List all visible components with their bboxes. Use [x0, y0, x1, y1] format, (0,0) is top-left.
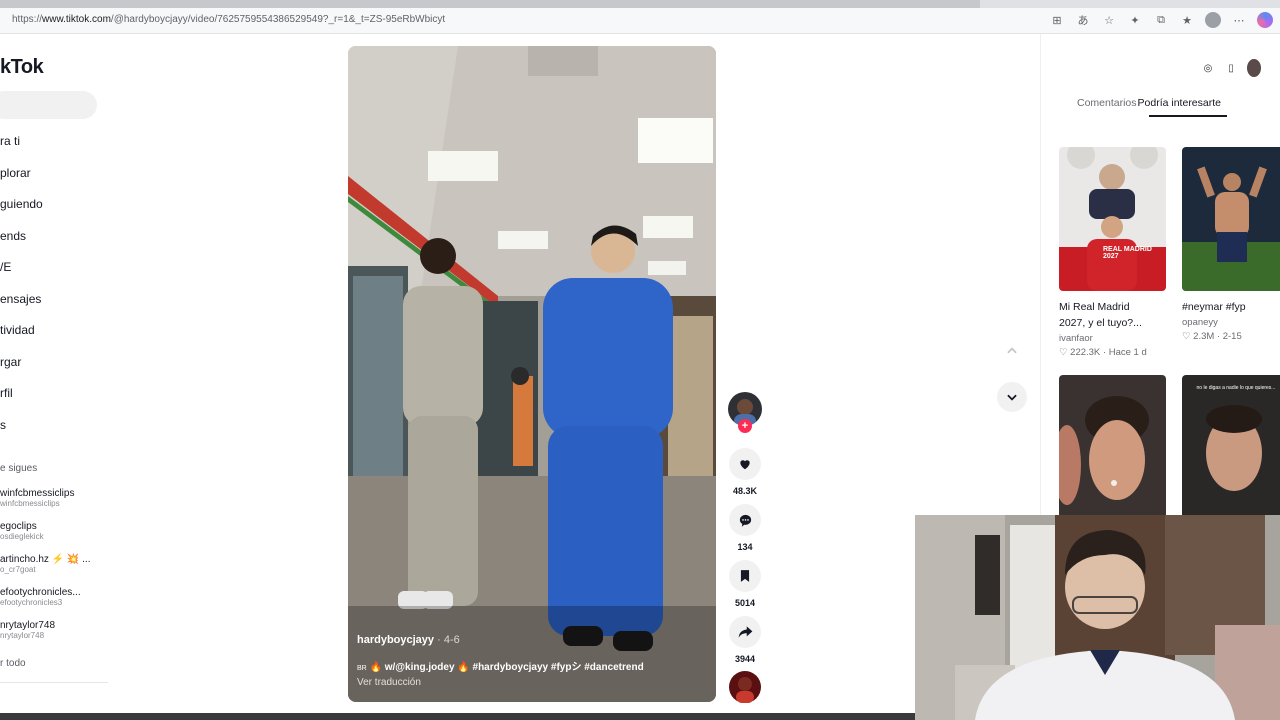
following-account[interactable]: efootychronicles... efootychronicles3	[0, 587, 110, 607]
address-bar[interactable]: https://www.tiktok.com/@hardyboycjayy/vi…	[0, 8, 1280, 34]
taskbar-strip	[0, 713, 915, 720]
mobile-icon[interactable]: ▯	[1224, 61, 1238, 75]
webcam-feed	[915, 515, 1280, 720]
nav-item-actividad[interactable]: tividad	[0, 323, 43, 355]
account-handle: efootychronicles3	[0, 598, 63, 607]
nav-item-explorar[interactable]: plorar	[0, 166, 43, 198]
copilot-icon[interactable]	[1256, 11, 1274, 29]
like-button[interactable]	[729, 448, 761, 480]
account-name: nrytaylor748	[0, 620, 56, 631]
following-account[interactable]: egoclips osdieglekick	[0, 521, 110, 541]
account-name: winfcbmessiclips	[0, 488, 75, 499]
following-account[interactable]: nrytaylor748 nrytaylor748	[0, 620, 110, 640]
card-title: Mi Real Madrid 2027, y el tuyo?...	[1059, 301, 1142, 329]
active-tab-indicator	[1149, 115, 1227, 117]
tab-comentarios[interactable]: Comentarios	[1077, 97, 1137, 109]
save-button[interactable]	[729, 560, 761, 592]
favorites-icon[interactable]: ★	[1178, 11, 1196, 29]
video-player[interactable]: hardyboycjayy · 4-6 BR 🔥 w/@king.jodey 🔥…	[348, 46, 716, 702]
apps-icon[interactable]: ⊞	[1048, 11, 1066, 29]
video-thumbnail[interactable]	[1059, 375, 1166, 519]
card-stats: ♡ 222.3K · Hace 1 d	[1059, 347, 1147, 358]
card-title: #neymar #fyp	[1182, 301, 1246, 313]
puzzle-icon[interactable]: ⧉	[1152, 11, 1170, 29]
heart-icon	[740, 460, 750, 470]
account-name: artincho.hz ⚡ 💥 ...	[0, 554, 91, 565]
recommended-video-card[interactable]: #neymar #fyp opaneyy ♡ 2.3M · 2-15	[1182, 147, 1280, 342]
active-tab[interactable]	[0, 0, 980, 8]
nav-item-mensajes[interactable]: ensajes	[0, 292, 43, 324]
account-handle: winfcbmessiclips	[0, 499, 60, 508]
nav-item-para-ti[interactable]: ra ti	[0, 134, 43, 166]
sidebar: kTok ra ti plorar guiendo ends /E ensaje…	[0, 34, 110, 720]
browser-tab-strip	[0, 0, 1280, 8]
share-count: 3944	[734, 654, 756, 664]
recommended-video-card[interactable]: no le digas a nadie lo que quieres...	[1182, 375, 1280, 519]
recommended-video-card[interactable]	[1059, 375, 1166, 519]
bookmark-icon	[740, 570, 750, 582]
translate-icon[interactable]: あ	[1074, 11, 1092, 29]
sidebar-nav: ra ti plorar guiendo ends /E ensajes tiv…	[0, 134, 43, 449]
nav-item-perfil[interactable]: rfil	[0, 386, 43, 418]
thumbnail-overlay-text: no le digas a nadie lo que quieres...	[1196, 385, 1276, 391]
follow-plus-icon[interactable]: +	[738, 419, 752, 433]
search-input[interactable]	[0, 91, 97, 119]
like-count: 48.3K	[732, 486, 758, 496]
previous-video-button[interactable]	[997, 336, 1027, 366]
share-icon	[738, 626, 752, 638]
sidebar-divider	[0, 682, 108, 683]
nav-item-mas[interactable]: s	[0, 418, 43, 450]
url-text[interactable]: https://www.tiktok.com/@hardyboycjayy/vi…	[12, 14, 445, 25]
nav-item-cargar[interactable]: rgar	[0, 355, 43, 387]
tab-podria-interesarte[interactable]: Podría interesarte	[1138, 97, 1221, 109]
save-count: 5014	[734, 598, 756, 608]
tiktok-logo[interactable]: kTok	[0, 56, 44, 79]
compass-icon[interactable]: ◎	[1201, 61, 1215, 75]
card-author[interactable]: ivanfaor	[1059, 333, 1166, 344]
card-stats: ♡ 2.3M · 2-15	[1182, 331, 1242, 342]
webcam-overlay	[915, 515, 1280, 720]
profile-icon[interactable]	[1204, 11, 1222, 29]
comment-count: 134	[737, 542, 753, 552]
nav-item-live[interactable]: /E	[0, 260, 43, 292]
thumbnail-overlay-text: REAL MADRID 2027	[1103, 246, 1152, 260]
comment-button[interactable]	[729, 504, 761, 536]
star-icon[interactable]: ☆	[1100, 11, 1118, 29]
translate-link[interactable]: Ver traducción	[357, 677, 421, 688]
account-name: efootychronicles...	[0, 587, 81, 598]
account-handle: osdieglekick	[0, 532, 44, 541]
account-handle: o_cr7goat	[0, 565, 36, 574]
card-author[interactable]: opaneyy	[1182, 317, 1280, 328]
recommended-video-card[interactable]: REAL MADRID 2027 Mi Real Madrid 2027, y e…	[1059, 147, 1166, 358]
more-icon[interactable]: ⋯	[1230, 11, 1248, 29]
see-all-link[interactable]: r todo	[0, 658, 26, 669]
video-thumbnail[interactable]: REAL MADRID 2027	[1059, 147, 1166, 291]
nav-item-friends[interactable]: ends	[0, 229, 43, 261]
video-caption[interactable]: BR 🔥 w/@king.jodey 🔥 #hardyboycjayy #fyp…	[357, 658, 644, 673]
comment-icon	[739, 514, 751, 527]
video-author[interactable]: hardyboycjayy · 4-6	[357, 634, 460, 646]
account-name: egoclips	[0, 521, 37, 532]
user-avatar[interactable]	[1247, 59, 1261, 77]
video-frame	[348, 46, 716, 702]
video-thumbnail[interactable]	[1182, 147, 1280, 291]
video-thumbnail[interactable]: no le digas a nadie lo que quieres...	[1182, 375, 1280, 519]
chevron-up-icon	[1007, 347, 1017, 354]
account-handle: nrytaylor748	[0, 631, 45, 640]
following-account[interactable]: artincho.hz ⚡ 💥 ... o_cr7goat	[0, 554, 110, 574]
music-disc[interactable]	[729, 671, 761, 703]
following-account[interactable]: winfcbmessiclips winfcbmessiclips	[0, 488, 110, 508]
extensions-icon[interactable]: ✦	[1126, 11, 1144, 29]
nav-item-siguiendo[interactable]: guiendo	[0, 197, 43, 229]
share-button[interactable]	[729, 616, 761, 648]
chevron-down-icon	[1007, 394, 1017, 401]
panel-tabs: Comentarios Podría interesarte	[1077, 97, 1221, 109]
next-video-button[interactable]	[997, 382, 1027, 412]
following-heading: e sigues	[0, 463, 38, 474]
